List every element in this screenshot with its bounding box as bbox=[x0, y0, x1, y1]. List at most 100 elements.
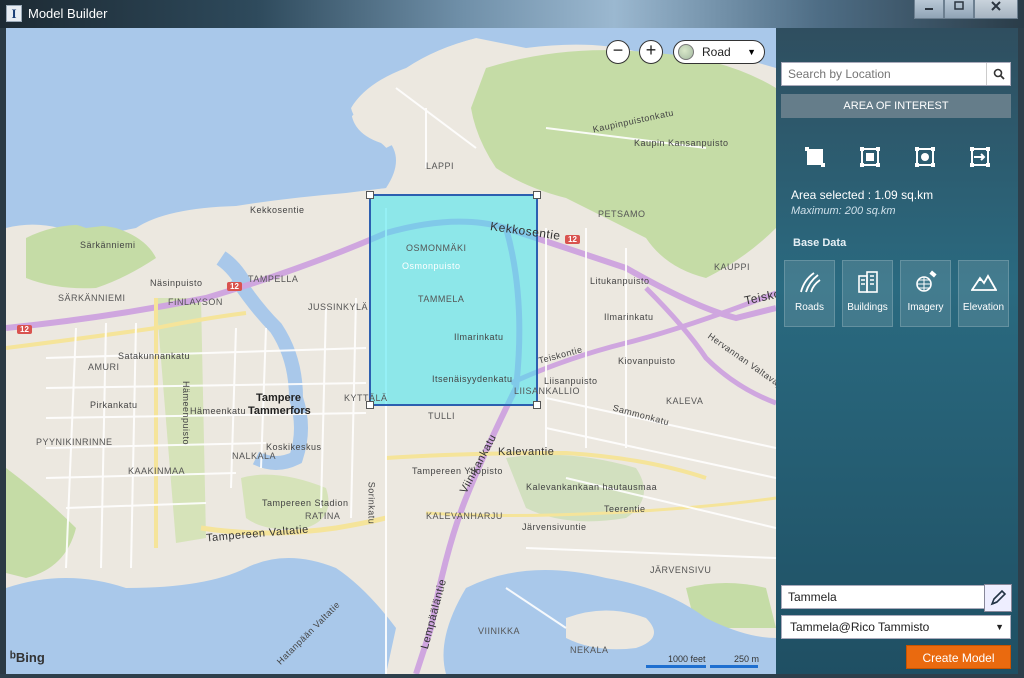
model-name-input[interactable] bbox=[782, 586, 985, 608]
map-label: Osmonpuisto bbox=[402, 261, 461, 271]
map-label: AMURI bbox=[88, 362, 120, 372]
map-label: FINLAYSON bbox=[168, 297, 223, 307]
title-bar: I Model Builder bbox=[0, 0, 1024, 28]
map-label: Ilmarinkatu bbox=[454, 332, 504, 342]
map-label: KALEVANHARJU bbox=[426, 511, 503, 521]
zoom-in-button[interactable]: + bbox=[639, 40, 663, 64]
map-label: Tampere bbox=[256, 392, 302, 404]
rectangle-point-icon[interactable] bbox=[914, 146, 936, 168]
map-label: Liisanpuisto bbox=[544, 376, 598, 386]
search-icon bbox=[993, 68, 1005, 80]
map-label: Teerentie bbox=[604, 504, 646, 514]
pencil-icon bbox=[990, 589, 1007, 606]
area-maximum-text: Maximum: 200 sq.km bbox=[791, 205, 896, 217]
window-controls bbox=[914, 0, 1018, 19]
elevation-tile[interactable]: Elevation bbox=[958, 260, 1009, 327]
minimize-icon[interactable] bbox=[914, 0, 944, 19]
map-label: Koskikeskus bbox=[266, 442, 322, 452]
map-label: Pirkankatu bbox=[90, 400, 138, 410]
base-data-tiles: Roads Buildings Imagery Elevation bbox=[784, 260, 1009, 327]
map-label: VIINIKKA bbox=[478, 626, 521, 636]
map-label: Kaupin Kansanpuisto bbox=[634, 138, 729, 148]
route-shield: 12 bbox=[227, 282, 242, 291]
map-label: Sorinkatu bbox=[366, 481, 377, 525]
map-label: TULLI bbox=[428, 411, 456, 421]
map-label: Ilmarinkatu bbox=[604, 312, 654, 322]
buildings-tile[interactable]: Buildings bbox=[842, 260, 893, 327]
selection-handle-se[interactable] bbox=[533, 401, 541, 409]
map-label: Satakunnankatu bbox=[118, 351, 191, 361]
chevron-down-icon: ▼ bbox=[995, 622, 1004, 632]
map-label: Itsenäisyydenkatu bbox=[432, 374, 513, 384]
side-panel: AREA OF INTEREST Area selected : 1.09 sq… bbox=[776, 28, 1018, 674]
map-type-select[interactable]: Road ▼ bbox=[673, 40, 765, 64]
import-area-icon[interactable] bbox=[969, 146, 991, 168]
route-shield: 12 bbox=[565, 235, 580, 244]
map-label: Kalevankankaan hautausmaa bbox=[526, 482, 658, 492]
account-select-value: Tammela@Rico Tammisto bbox=[790, 620, 930, 634]
imagery-tile[interactable]: Imagery bbox=[900, 260, 951, 327]
app-icon: I bbox=[6, 5, 22, 22]
selection-handle-ne[interactable] bbox=[533, 191, 541, 199]
account-select[interactable]: Tammela@Rico Tammisto ▼ bbox=[781, 615, 1011, 639]
map-label: Tampereen Stadion bbox=[262, 498, 349, 508]
map-label: PETSAMO bbox=[598, 209, 646, 219]
scale-meters: 250 m bbox=[734, 654, 760, 664]
bing-logo: ᵇBing bbox=[10, 649, 45, 666]
area-selected-text: Area selected : 1.09 sq.km bbox=[791, 188, 934, 202]
map-label: JUSSINKYLÄ bbox=[308, 302, 369, 312]
search-input[interactable] bbox=[782, 63, 988, 85]
window-title: Model Builder bbox=[28, 6, 108, 21]
area-of-interest-header: AREA OF INTEREST bbox=[781, 94, 1011, 118]
map-label: Särkänniemi bbox=[80, 240, 136, 250]
selection-tools bbox=[804, 146, 991, 168]
map-label: LIISANKALLIO bbox=[514, 386, 581, 396]
route-shield: 12 bbox=[17, 325, 32, 334]
globe-icon bbox=[678, 44, 694, 60]
map-view[interactable]: LAPPI PETSAMO KAUPPI OSMONMÄKI Osmonpuis… bbox=[6, 28, 776, 674]
map-label: NEKALA bbox=[570, 645, 609, 655]
map-label: KAUPPI bbox=[714, 262, 751, 272]
map-label: PYYNIKINRINNE bbox=[36, 437, 113, 447]
base-data-title: Base Data bbox=[793, 237, 847, 249]
map-label: JÄRVENSIVU bbox=[650, 565, 712, 575]
map-label: Litukanpuisto bbox=[590, 276, 650, 286]
close-icon[interactable] bbox=[974, 0, 1018, 19]
map-label: KYTTÄLÄ bbox=[344, 393, 388, 403]
map-label: LAPPI bbox=[426, 161, 455, 171]
map-label: KAAKINMAA bbox=[128, 466, 186, 476]
buildings-icon bbox=[854, 268, 882, 296]
map-label: Kekkosentie bbox=[250, 205, 305, 215]
map-label: OSMONMÄKI bbox=[406, 243, 467, 253]
window-border bbox=[1018, 28, 1024, 678]
map-type-label: Road bbox=[702, 45, 731, 59]
map-label: Kiovanpuisto bbox=[618, 356, 676, 366]
tile-label: Roads bbox=[795, 302, 824, 313]
model-name-field bbox=[781, 584, 1012, 612]
location-search bbox=[781, 62, 1011, 86]
rectangle-center-icon[interactable] bbox=[859, 146, 881, 168]
map-label: KALEVA bbox=[666, 396, 704, 406]
create-model-button[interactable]: Create Model bbox=[906, 645, 1011, 669]
scale-bar-feet bbox=[646, 665, 706, 668]
zoom-out-button[interactable]: − bbox=[606, 40, 630, 64]
search-button[interactable] bbox=[986, 63, 1010, 85]
window-border bbox=[0, 674, 1024, 678]
rectangle-select-icon[interactable] bbox=[804, 146, 826, 168]
tile-label: Imagery bbox=[907, 302, 944, 313]
scale-bar-meters bbox=[710, 665, 758, 668]
roads-icon bbox=[796, 268, 824, 296]
maximize-icon[interactable] bbox=[944, 0, 974, 19]
map-label: SÄRKÄNNIEMI bbox=[58, 293, 126, 303]
roads-tile[interactable]: Roads bbox=[784, 260, 835, 327]
map-label: TAMPELLA bbox=[248, 274, 299, 284]
map-label: Tampereen Yliopisto bbox=[412, 466, 503, 476]
map-label: Hämeenpuisto bbox=[181, 380, 192, 446]
selection-handle-nw[interactable] bbox=[366, 191, 374, 199]
map-label: RATINA bbox=[305, 511, 341, 521]
edit-name-button[interactable] bbox=[984, 584, 1012, 612]
scale-feet: 1000 feet bbox=[668, 654, 706, 664]
tile-label: Buildings bbox=[847, 302, 888, 313]
map-label: NALKALA bbox=[232, 451, 277, 461]
map-label: Kalevantie bbox=[498, 446, 555, 458]
